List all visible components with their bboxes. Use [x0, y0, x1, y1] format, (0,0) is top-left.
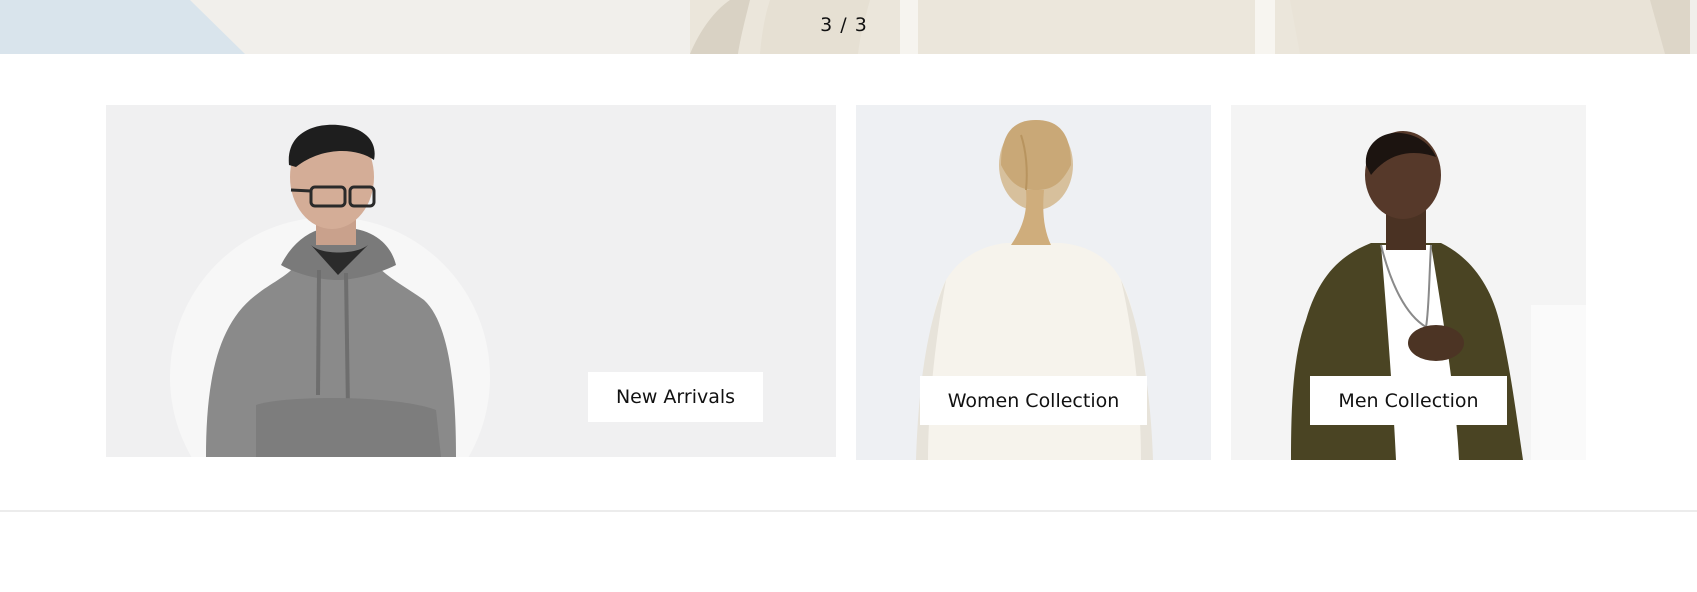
hero-slider: 3 / 3 [0, 0, 1697, 54]
slide-counter: 3 / 3 [820, 14, 868, 36]
category-banner-women-collection[interactable]: Women Collection [856, 105, 1211, 460]
section-divider [0, 510, 1697, 512]
category-banner-men-collection[interactable]: Men Collection [1231, 105, 1586, 460]
men-collection-label[interactable]: Men Collection [1310, 376, 1507, 425]
category-banner-new-arrivals[interactable]: New Arrivals [106, 105, 836, 457]
new-arrivals-label[interactable]: New Arrivals [588, 372, 763, 422]
women-collection-label[interactable]: Women Collection [920, 376, 1147, 425]
